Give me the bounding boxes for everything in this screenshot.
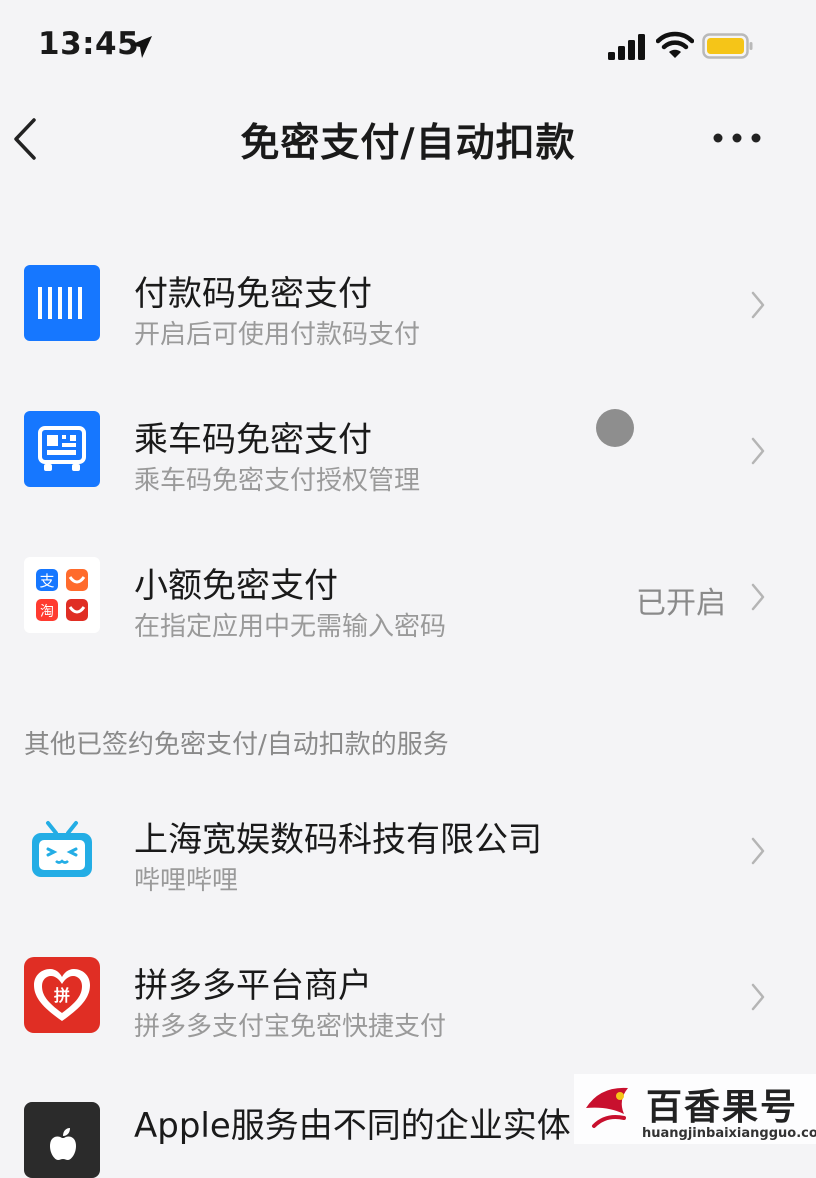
list-item-bilibili[interactable]: 上海宽娱数码科技有限公司 哔哩哔哩 [0,786,816,916]
chevron-right-icon [751,837,765,865]
chevron-right-icon [751,983,765,1011]
watermark-url: huangjinbaixiangguo.com [642,1126,816,1141]
svg-text:淘: 淘 [40,604,54,620]
section-label: 其他已签约免密支付/自动扣款的服务 [24,730,449,760]
more-options-icon[interactable] [712,130,762,146]
wifi-icon [656,31,694,58]
apple-logo-icon [24,1102,100,1178]
item-title: 小额免密支付 [134,566,338,606]
bilibili-tv-icon [24,811,100,887]
status-time: 13:45 [38,26,140,62]
svg-text:支: 支 [39,572,54,590]
item-title: 拼多多平台商户 [134,966,372,1006]
item-subtitle: 乘车码免密支付授权管理 [134,466,421,496]
item-subtitle: 在指定应用中无需输入密码 [134,612,447,642]
list-item-transit-code[interactable]: 乘车码免密支付 乘车码免密支付授权管理 [0,386,816,516]
battery-icon [702,33,753,59]
chevron-right-icon [751,583,765,611]
chevron-right-icon [751,437,765,465]
pinduoduo-heart-icon: 拼 [24,957,100,1033]
app-grid-icon: 支 淘 [24,557,100,633]
barcode-icon [24,265,100,341]
item-title: 付款码免密支付 [134,274,372,314]
item-subtitle: 哔哩哔哩 [134,866,239,896]
location-arrow-icon [130,36,152,58]
list-item-small-amount[interactable]: 支 淘 小额免密支付 在指定应用中无需输入密码 已开启 [0,532,816,662]
page-title: 免密支付/自动扣款 [240,121,576,166]
watermark-brand: 百香果号 [646,1087,799,1128]
item-subtitle: 拼多多支付宝免密快捷支付 [134,1012,447,1042]
item-title: 乘车码免密支付 [134,420,372,460]
bus-qr-icon [24,411,100,487]
floating-touch-dot[interactable] [596,409,634,447]
passion-fruit-logo-icon [586,1087,628,1128]
list-item-payment-code[interactable]: 付款码免密支付 开启后可使用付款码支付 [0,240,816,370]
svg-text:拼: 拼 [54,986,70,1005]
list-item-pinduoduo[interactable]: 拼 拼多多平台商户 拼多多支付宝免密快捷支付 [0,932,816,1062]
cellular-signal-icon [608,34,645,60]
status-value: 已开启 [636,586,726,621]
item-title: Apple服务由不同的企业实体 [134,1106,571,1146]
chevron-right-icon [751,291,765,319]
item-title: 上海宽娱数码科技有限公司 [134,820,542,860]
item-subtitle: 开启后可使用付款码支付 [134,320,421,350]
